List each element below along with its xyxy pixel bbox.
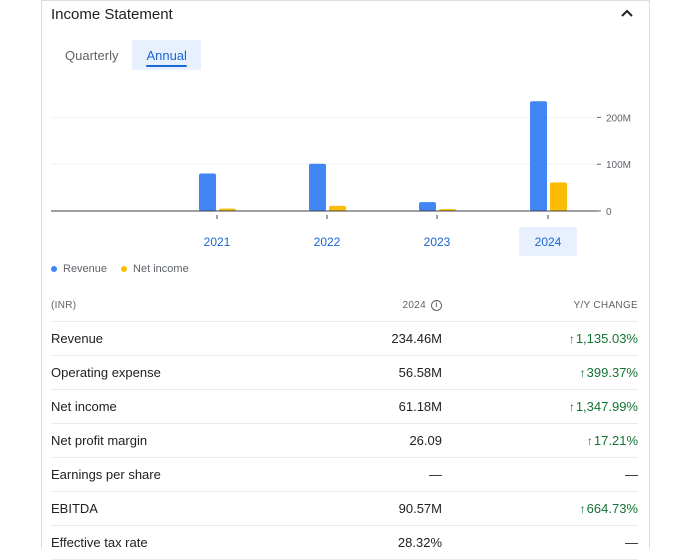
table-row: Earnings per share — — [51,458,638,492]
row-metric: Effective tax rate [51,535,148,550]
card-title: Income Statement [51,6,173,23]
table-row: Effective tax rate 28.32% — [51,526,638,560]
revenue-dot-icon [51,266,57,272]
net-income-dot-icon [121,266,128,272]
arrow-up-icon: ↑ [579,502,586,516]
row-change-value: 399.37% [586,365,638,380]
legend-label-net-income: Net income [133,263,189,275]
row-metric: Revenue [51,331,104,346]
row-change-value: 664.73% [586,501,638,516]
bar-net-income[interactable] [550,182,567,211]
header-change: Y/Y CHANGE [573,299,638,311]
income-statement-card: Income Statement Quarterly Annual 2021 20… [41,0,650,560]
arrow-up-icon: ↑ [586,434,593,448]
row-change: ↑1,347.99% [442,399,638,414]
x-tick-label[interactable]: 2024 [535,235,562,249]
header-year-label: 2024 [402,299,426,311]
legend-label-revenue: Revenue [63,263,108,275]
chevron-up-icon[interactable] [619,5,635,21]
row-change-value: — [625,467,638,482]
arrow-up-icon: ↑ [568,332,575,346]
bar-revenue[interactable] [309,163,326,211]
row-value: 90.57M [398,501,442,516]
row-change-value: 17.21% [593,433,638,448]
table-row: Revenue 234.46M ↑1,135.03% [51,322,638,356]
bar-revenue[interactable] [530,101,547,211]
row-metric: Net profit margin [51,433,148,448]
row-metric: Operating expense [51,365,161,380]
row-change: ↑664.73% [442,501,638,516]
y-tick-label: 200M [606,113,631,124]
row-metric: Earnings per share [51,467,161,482]
row-change: ↑399.37% [442,365,638,380]
row-value: 234.46M [391,331,442,346]
row-value: 26.09 [409,433,442,448]
row-change: ↑17.21% [442,433,638,448]
y-tick-label: 0 [606,207,612,218]
legend-item-net-income: Net income [121,263,189,275]
arrow-up-icon: ↑ [568,400,575,414]
x-tick-label[interactable]: 2022 [314,235,341,249]
row-change-value: 1,135.03% [575,331,638,346]
x-tick-label[interactable]: 2021 [204,235,231,249]
row-metric: Net income [51,399,117,414]
row-metric: EBITDA [51,501,98,516]
row-change-value: 1,347.99% [575,399,638,414]
table-row: Net income 61.18M ↑1,347.99% [51,390,638,424]
row-change: — [442,535,638,550]
period-tabs: Quarterly Annual [51,40,201,70]
table-row: EBITDA 90.57M ↑664.73% [51,492,638,526]
income-table: (INR) 2024 i Y/Y CHANGE Revenue 234.46M ↑1… [51,289,638,560]
row-value: — [429,467,442,482]
x-tick-label[interactable]: 2023 [424,235,451,249]
row-value: 56.58M [398,365,442,380]
income-chart: 2021 2022 2023 2024 0 100M 200M [51,101,631,256]
chart-legend: Revenue Net income [51,263,203,275]
bar-net-income[interactable] [329,205,346,211]
row-change: ↑1,135.03% [442,331,638,346]
tab-annual[interactable]: Annual [132,40,201,70]
table-row: Net profit margin 26.09 ↑17.21% [51,424,638,458]
row-value: 28.32% [397,535,442,550]
row-change: — [442,467,638,482]
row-change-value: — [625,535,638,550]
table-header: (INR) 2024 i Y/Y CHANGE [51,289,638,322]
table-row: Operating expense 56.58M ↑399.37% [51,356,638,390]
bar-revenue[interactable] [199,173,216,211]
header-currency: (INR) [51,299,77,311]
header-year: 2024 i [331,299,442,311]
y-tick-label: 100M [606,160,631,171]
row-value: 61.18M [398,399,442,414]
arrow-up-icon: ↑ [579,366,586,380]
info-icon[interactable]: i [431,299,442,311]
tab-quarterly[interactable]: Quarterly [51,40,132,70]
legend-item-revenue: Revenue [51,263,107,275]
bar-revenue[interactable] [419,202,436,211]
